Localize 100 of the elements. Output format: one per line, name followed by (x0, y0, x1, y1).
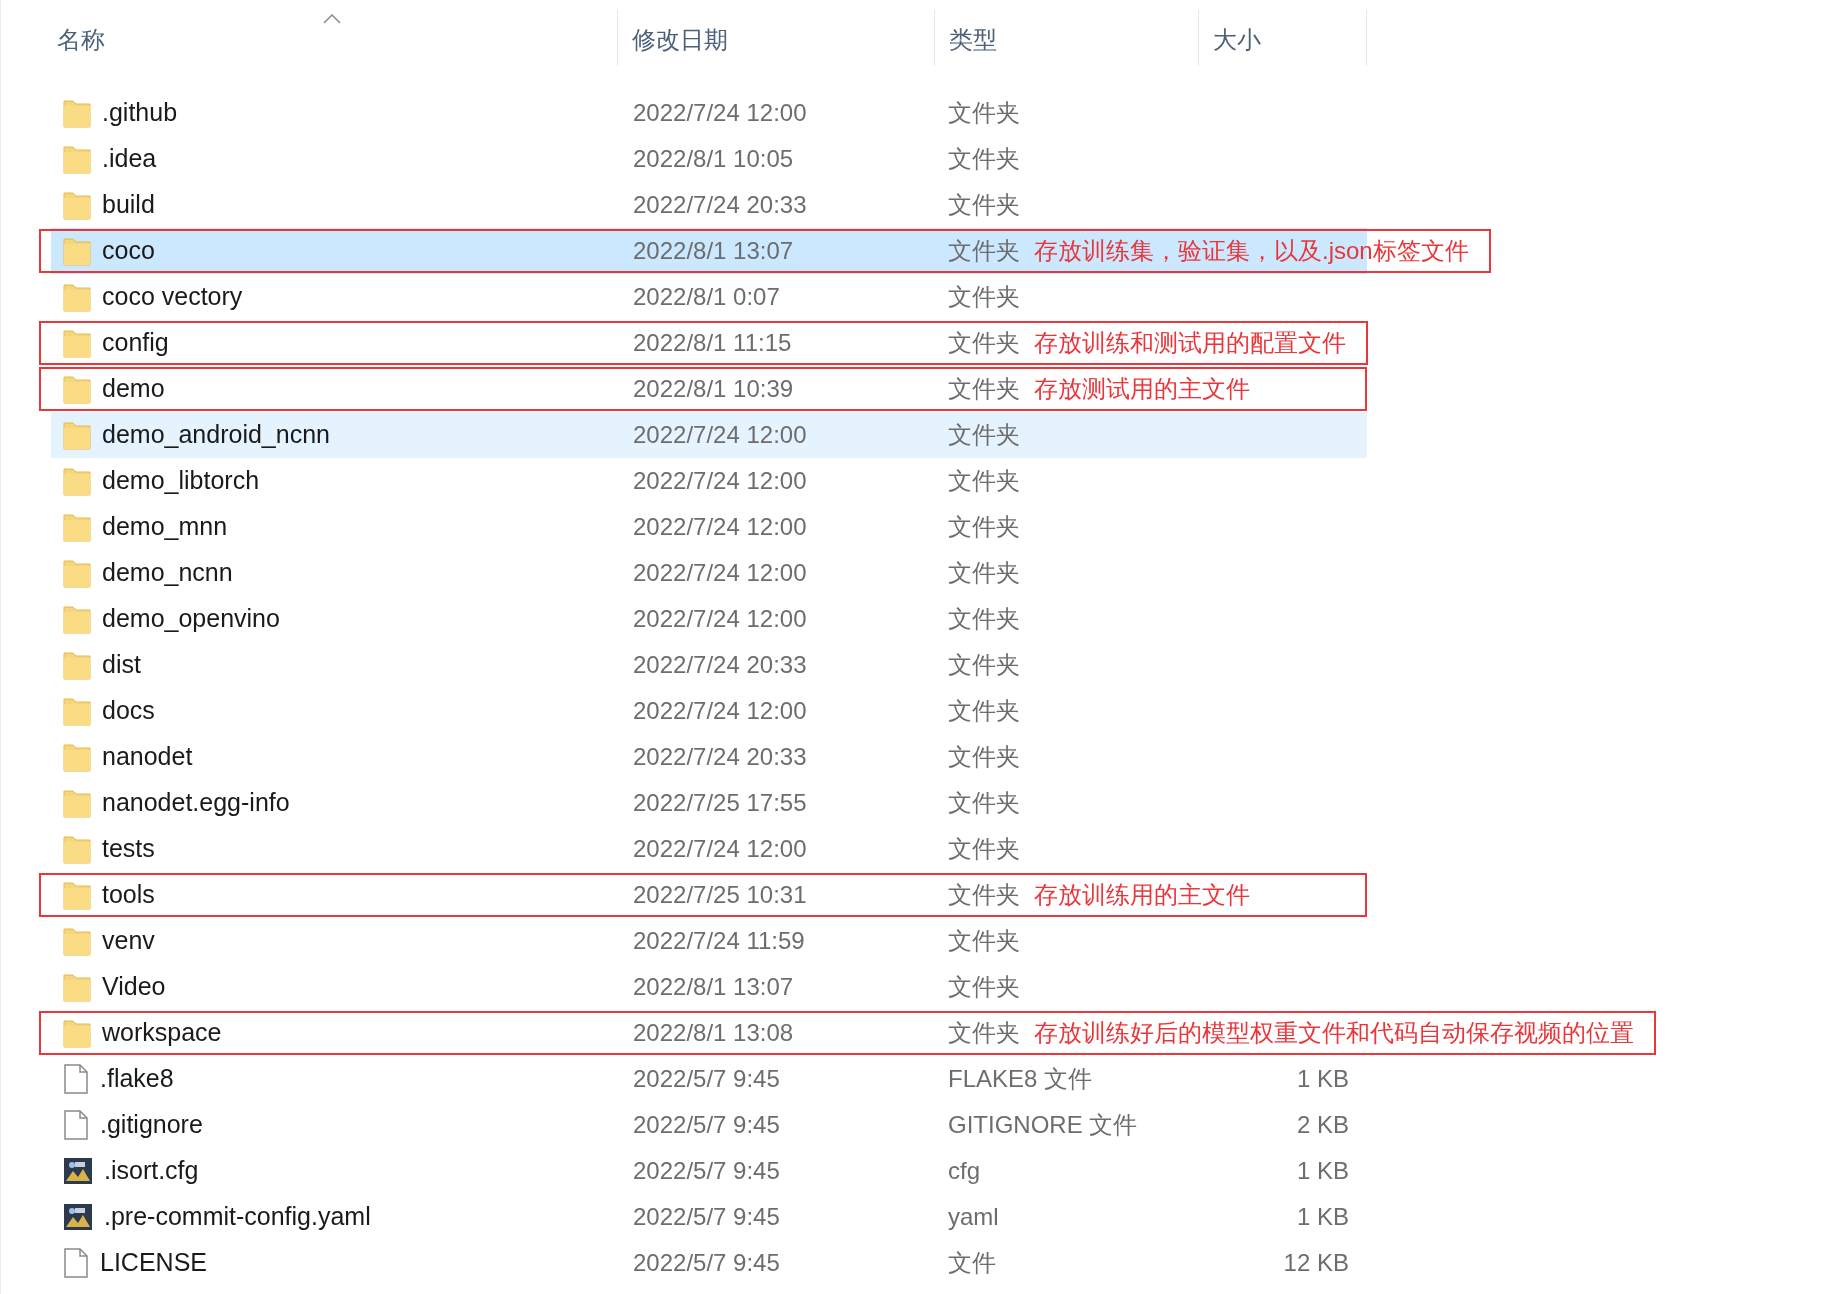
file-type: 文件夹 (948, 743, 1020, 770)
file-name: .pre-commit-config.yaml (104, 1201, 371, 1233)
file-type: 文件夹 (948, 789, 1020, 816)
file-type: 文件夹 (948, 1018, 1020, 1048)
column-header[interactable]: 大小 (1199, 10, 1367, 66)
file-name: .github (102, 97, 178, 129)
file-icon (63, 1064, 89, 1094)
file-row[interactable]: config 2022/8/1 11:15 文件夹 存放训练和测试用的配置文件 (51, 320, 1368, 366)
file-name: tests (102, 833, 155, 865)
file-type: 文件夹 (948, 835, 1020, 862)
file-type: 文件夹 (948, 605, 1020, 632)
folder-icon (63, 696, 91, 726)
file-icon (63, 1248, 89, 1278)
file-name: docs (102, 695, 155, 727)
file-row[interactable]: .pre-commit-config.yaml 2022/5/7 9:45 yaml 1 KB (51, 1194, 1367, 1240)
file-row[interactable]: .flake8 2022/5/7 9:45 FLAKE8 文件 1 KB (51, 1056, 1367, 1102)
file-type: 文件夹 (948, 513, 1020, 540)
folder-icon (63, 144, 91, 174)
folder-icon (63, 282, 91, 312)
file-row[interactable]: tests 2022/7/24 12:00 文件夹 (51, 826, 1367, 872)
file-size: 2 KB (1296, 1110, 1349, 1140)
modified-date: 2022/7/24 12:00 (633, 605, 807, 632)
annotation-text: 存放训练集，验证集，以及.json标签文件 (1034, 236, 1469, 266)
modified-date: 2022/7/24 12:00 (633, 559, 807, 586)
column-header[interactable]: 名称 (51, 10, 618, 66)
modified-date: 2022/7/24 12:00 (633, 835, 807, 862)
modified-date: 2022/7/24 20:33 (633, 191, 807, 218)
file-name: nanodet (102, 741, 193, 773)
modified-date: 2022/7/24 12:00 (633, 467, 807, 494)
file-row[interactable]: .idea 2022/8/1 10:05 文件夹 (51, 136, 1367, 182)
file-row[interactable]: workspace 2022/8/1 13:08 文件夹 存放训练好后的模型权重文件和代码自动保存视频的位置 (51, 1010, 1656, 1056)
file-row[interactable]: demo_openvino 2022/7/24 12:00 文件夹 (51, 596, 1367, 642)
folder-icon (63, 512, 91, 542)
file-row[interactable]: demo 2022/8/1 10:39 文件夹 存放测试用的主文件 (51, 366, 1367, 412)
file-row[interactable]: LICENSE 2022/5/7 9:45 文件 12 KB (51, 1240, 1367, 1286)
file-size: 1 KB (1296, 1156, 1349, 1186)
file-name: LICENSE (100, 1247, 207, 1279)
file-name: .flake8 (100, 1063, 174, 1095)
modified-date: 2022/8/1 13:08 (633, 1019, 794, 1046)
file-name: nanodet.egg-info (102, 787, 290, 819)
modified-date: 2022/8/1 13:07 (633, 973, 794, 1000)
modified-date: 2022/7/24 12:00 (633, 421, 807, 448)
file-row[interactable]: dist 2022/7/24 20:33 文件夹 (51, 642, 1367, 688)
file-row[interactable]: .github 2022/7/24 12:00 文件夹 (51, 90, 1367, 136)
image-file-icon (63, 1203, 93, 1231)
file-name: config (102, 327, 169, 359)
modified-date: 2022/8/1 10:39 (633, 375, 794, 402)
folder-icon (63, 328, 91, 358)
file-type: 文件夹 (948, 467, 1020, 494)
annotation-text: 存放测试用的主文件 (1034, 374, 1250, 404)
modified-date: 2022/5/7 9:45 (633, 1065, 780, 1092)
file-type: 文件夹 (948, 927, 1020, 954)
file-row[interactable]: demo_libtorch 2022/7/24 12:00 文件夹 (51, 458, 1367, 504)
file-row[interactable]: build 2022/7/24 20:33 文件夹 (51, 182, 1367, 228)
column-header[interactable]: 类型 (935, 10, 1199, 66)
file-row[interactable]: venv 2022/7/24 11:59 文件夹 (51, 918, 1367, 964)
file-name: demo (102, 373, 165, 405)
file-row[interactable]: demo_mnn 2022/7/24 12:00 文件夹 (51, 504, 1367, 550)
annotation-text: 存放训练用的主文件 (1034, 880, 1250, 910)
sort-caret-icon[interactable] (322, 14, 341, 24)
file-row[interactable]: Video 2022/8/1 13:07 文件夹 (51, 964, 1367, 1010)
annotation-text: 存放训练好后的模型权重文件和代码自动保存视频的位置 (1034, 1018, 1634, 1048)
file-type: 文件夹 (948, 374, 1020, 404)
file-name: tools (102, 879, 155, 911)
file-row[interactable]: docs 2022/7/24 12:00 文件夹 (51, 688, 1367, 734)
file-row[interactable]: tools 2022/7/25 10:31 文件夹 存放训练用的主文件 (51, 872, 1367, 918)
file-row[interactable]: nanodet 2022/7/24 20:33 文件夹 (51, 734, 1367, 780)
file-name: coco vectory (102, 281, 243, 313)
folder-icon (63, 972, 91, 1002)
file-type: 文件夹 (948, 651, 1020, 678)
folder-icon (63, 466, 91, 496)
modified-date: 2022/7/24 12:00 (633, 99, 807, 126)
file-name: .idea (102, 143, 157, 175)
modified-date: 2022/8/1 13:07 (633, 237, 794, 264)
folder-icon (63, 1018, 91, 1048)
file-row[interactable]: nanodet.egg-info 2022/7/25 17:55 文件夹 (51, 780, 1367, 826)
file-name: dist (102, 649, 141, 681)
file-type: 文件夹 (948, 328, 1020, 358)
modified-date: 2022/5/7 9:45 (633, 1157, 780, 1184)
file-row[interactable]: demo_android_ncnn 2022/7/24 12:00 文件夹 (51, 412, 1367, 458)
modified-date: 2022/5/7 9:45 (633, 1111, 780, 1138)
column-header[interactable]: 修改日期 (618, 10, 935, 66)
modified-date: 2022/7/24 11:59 (633, 927, 805, 954)
file-name: build (102, 189, 155, 221)
file-row[interactable]: coco vectory 2022/8/1 0:07 文件夹 (51, 274, 1367, 320)
file-row[interactable]: .gitignore 2022/5/7 9:45 GITIGNORE 文件 2 KB (51, 1102, 1367, 1148)
file-type: 文件夹 (948, 236, 1020, 266)
folder-icon (63, 926, 91, 956)
file-type: 文件夹 (948, 99, 1020, 126)
file-icon (63, 1110, 89, 1140)
modified-date: 2022/5/7 9:45 (633, 1249, 780, 1276)
file-name: venv (102, 925, 155, 957)
file-row[interactable]: .isort.cfg 2022/5/7 9:45 cfg 1 KB (51, 1148, 1367, 1194)
modified-date: 2022/7/24 12:00 (633, 513, 807, 540)
file-size: 12 KB (1283, 1248, 1349, 1278)
file-name: demo_mnn (102, 511, 228, 543)
annotation-text: 存放训练和测试用的配置文件 (1034, 328, 1346, 358)
file-name: demo_ncnn (102, 557, 233, 589)
file-type: FLAKE8 文件 (948, 1065, 1093, 1092)
file-row[interactable]: demo_ncnn 2022/7/24 12:00 文件夹 (51, 550, 1367, 596)
